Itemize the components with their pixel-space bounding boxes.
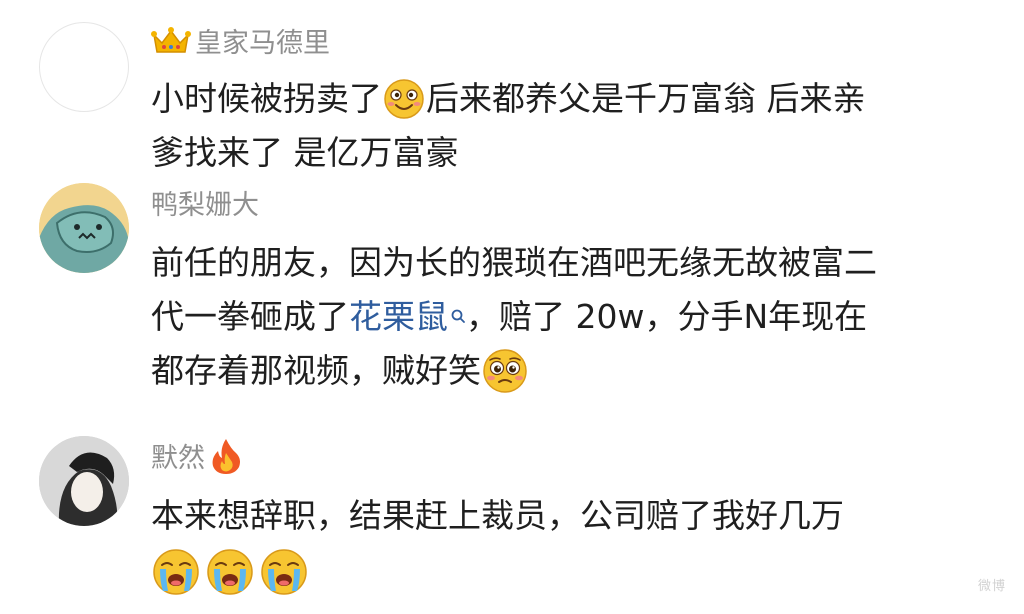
fire-icon (212, 438, 240, 474)
pleading-emoji-icon (483, 349, 527, 393)
avatar[interactable] (39, 22, 129, 112)
comment-text: 本来想辞职，结果赶上裁员，公司赔了我好几万 (151, 489, 844, 601)
crying-emoji-icon (207, 549, 253, 595)
crying-emoji-icon (261, 549, 307, 595)
search-icon[interactable] (450, 308, 466, 326)
avatar[interactable] (39, 436, 129, 526)
comment-line: 都存着那视频，贼好笑 (151, 351, 481, 390)
comment-line: 后来都养父是千万富翁 后来亲 (426, 79, 866, 118)
emoji-row (151, 543, 844, 601)
crying-emoji-icon (153, 549, 199, 595)
comment-line: 代一拳砸成了 (151, 297, 349, 336)
comment-text: 前任的朋友，因为长的猥琐在酒吧无缘无故被富二 代一拳砸成了 花栗鼠 ，赔了 20… (151, 236, 877, 398)
comment-line: 爹找来了 是亿万富豪 (151, 133, 459, 172)
watermark: 微博 (977, 579, 1006, 594)
comment-line: 小时候被拐卖了 (151, 79, 382, 118)
comment-line: 前任的朋友，因为长的猥琐在酒吧无缘无故被富二 (151, 243, 877, 282)
username[interactable]: 默然 (151, 436, 205, 475)
username[interactable]: 皇家马德里 (195, 21, 330, 60)
avatar-illustration (39, 183, 129, 273)
avatar[interactable] (39, 183, 129, 273)
comment-username-row: 鸭梨姗大 (151, 183, 259, 222)
comment-username-row: 默然 (151, 436, 243, 475)
smile-emoji-icon (384, 79, 424, 119)
avatar-photo (39, 436, 129, 526)
comment-line: ，赔了 20w，分手N年现在 (466, 297, 868, 336)
comment-text: 小时候被拐卖了 后来都养父是千万富翁 后来亲 爹找来了 是亿万富豪 (151, 72, 866, 180)
comment-feed: 皇家马德里 小时候被拐卖了 后来都养父是千万富翁 后来亲 爹找来了 是亿万富豪 (0, 0, 1024, 614)
username[interactable]: 鸭梨姗大 (151, 183, 259, 222)
comment-username-row: 皇家马德里 (151, 21, 330, 60)
comment-line: 本来想辞职，结果赶上裁员，公司赔了我好几万 (151, 496, 844, 535)
crown-icon (151, 26, 191, 53)
search-link[interactable]: 花栗鼠 (349, 290, 448, 344)
